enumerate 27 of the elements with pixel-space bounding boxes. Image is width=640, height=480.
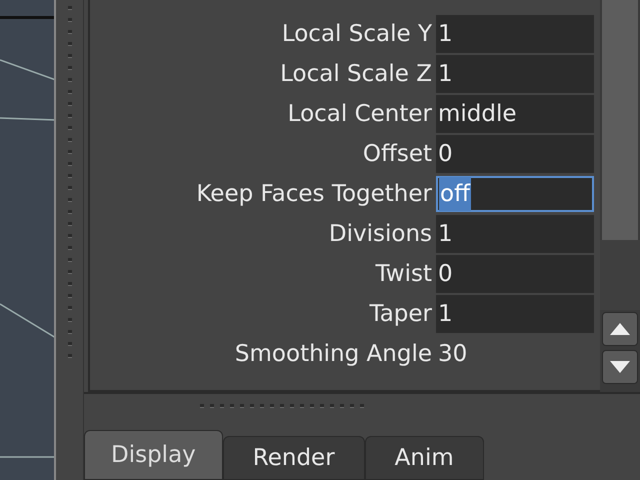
attribute-label: Offset xyxy=(362,140,433,169)
attribute-label: Taper xyxy=(368,300,433,329)
attribute-label: Divisions xyxy=(328,220,433,249)
attribute-label: Twist xyxy=(374,260,433,289)
value-field[interactable]: 1 xyxy=(436,295,594,333)
attribute-label: Local Scale Z xyxy=(279,60,433,89)
scroll-down-button[interactable] xyxy=(602,350,638,384)
value-field[interactable]: 0 xyxy=(436,255,594,293)
attribute-label: Smoothing Angle xyxy=(234,340,433,369)
grip-handle[interactable] xyxy=(200,404,364,408)
value-field[interactable]: middle xyxy=(436,95,594,133)
attribute-label: Local Center xyxy=(286,100,433,129)
tab[interactable]: Anim xyxy=(364,436,484,480)
value-field[interactable]: 1 xyxy=(436,55,594,93)
value-field[interactable]: 1 xyxy=(436,215,594,253)
attribute-label: Local Scale Y xyxy=(280,20,433,49)
attribute-label: Keep Faces Together xyxy=(195,180,433,209)
value-field[interactable]: off xyxy=(436,176,594,212)
tab[interactable]: Render xyxy=(222,436,365,480)
up-arrow-icon xyxy=(610,323,630,336)
scroll-up-button[interactable] xyxy=(602,312,638,346)
tab[interactable]: Display xyxy=(84,430,223,480)
attribute-value: 30 xyxy=(437,340,468,369)
value-field[interactable]: 1 xyxy=(436,15,594,53)
scrollbar-thumb[interactable] xyxy=(602,0,638,240)
down-arrow-icon xyxy=(610,361,630,374)
value-field[interactable]: 0 xyxy=(436,135,594,173)
